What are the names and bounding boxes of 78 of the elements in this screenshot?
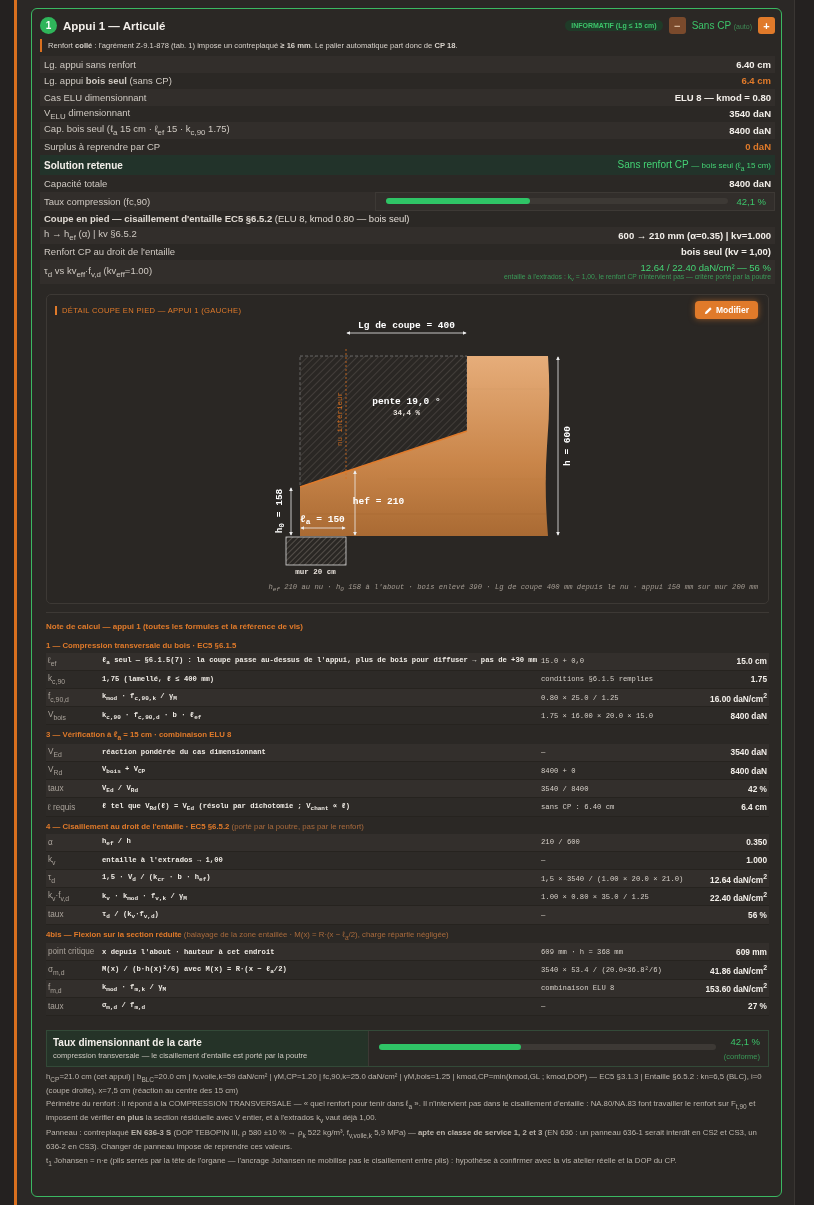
pencil-icon bbox=[703, 305, 713, 315]
row-value: ELU 8 — kmod = 0.80 bbox=[674, 91, 771, 103]
symbol-cell-text: f$_{c,90,d}$ bbox=[47, 692, 70, 703]
row-value: 8400 daN bbox=[729, 124, 771, 136]
row-value: bois seul (kv = 1,00) bbox=[680, 246, 771, 258]
symbol-cell-text: taux bbox=[47, 784, 65, 794]
percent-reading: 42,1 % bbox=[730, 1035, 760, 1047]
symbol-cell-text: V$_{bois}$ bbox=[47, 710, 67, 722]
result-cell-text: 1.75 bbox=[749, 674, 768, 685]
section-heading: Coupe en pied — cisaillement d'entaille EC5 §6.5.2 (ELU 8, kmod 0.80 — bois seul) bbox=[44, 213, 410, 225]
symbol-cell-text: τ$_{d}$ bbox=[47, 873, 57, 884]
result-cell-text: 16.00 daN/cm$^{2}$ bbox=[709, 691, 768, 704]
symbol-cell-text: f$_{m,d}$ bbox=[47, 982, 63, 994]
symbol-cell-text: k$_{v}$ bbox=[47, 855, 57, 866]
row-value: 0 daN bbox=[745, 141, 771, 153]
edit-button[interactable]: Modifier bbox=[694, 301, 758, 320]
result-cell-text: 153.60 daN/cm$^{2}$ bbox=[704, 982, 768, 994]
row-label: V$_{ELU}$ dimensionnant bbox=[44, 106, 131, 121]
row-value: 600 → 210 mm (α=0.35) | kv=1.000 bbox=[618, 229, 771, 241]
decrease-button[interactable]: − bbox=[668, 17, 686, 34]
result-cell-text: 0.350 bbox=[745, 837, 768, 848]
row-label: Cap. bois seul (ℓ$_{a}$ 15 cm · ℓ$_{ef}$ 15 · k$_{c,90}$ 1.75) bbox=[44, 123, 230, 138]
number-badge: 1 bbox=[40, 17, 57, 34]
result-cell-text: 8400 daN bbox=[729, 710, 768, 721]
result-cell-text: 3540 daN bbox=[729, 747, 768, 758]
symbol-cell-text: σ$_{m,d}$ bbox=[47, 964, 66, 976]
section-title: Note de calcul — appui 1 (toutes les formules et la référence de vis) bbox=[46, 621, 304, 631]
symbol-cell-text: point critique bbox=[47, 947, 96, 957]
result-cell-text: 41.86 daN/cm$^{2}$ bbox=[709, 964, 768, 976]
row-value: 6.4 cm bbox=[741, 75, 771, 87]
symbol-cell-text: k$_{c,90}$ bbox=[47, 674, 66, 685]
symbol-cell-text: V$_{Rd}$ bbox=[47, 765, 64, 776]
row-label: Lg. appui sans renfort bbox=[44, 58, 136, 70]
result-cell-text: 42 % bbox=[747, 783, 768, 794]
percent-reading: 42,1 % bbox=[736, 195, 766, 207]
symbol-cell-text: ℓ requis bbox=[47, 802, 77, 812]
symbol-cell-text: taux bbox=[47, 910, 65, 920]
dimension-label: h = 600 bbox=[561, 426, 572, 467]
row-value: 12.64 / 22.40 daN/cm² — 56 % bbox=[640, 262, 771, 273]
result-cell-text: 27 % bbox=[747, 1001, 768, 1012]
wall bbox=[285, 536, 346, 566]
result-cell-text: 8400 daN bbox=[729, 765, 768, 776]
symbol-cell-text: ℓ$_{ef}$ bbox=[47, 655, 58, 667]
reinforcement-label: Sans CP bbox=[691, 20, 731, 31]
row-label: Taux compression (fc,90) bbox=[44, 195, 151, 207]
row-label: Capacité totale bbox=[44, 177, 108, 189]
symbol-cell-text: k$_{v}$·f$_{v,d}$ bbox=[47, 891, 71, 903]
row-value: 3540 daN bbox=[729, 108, 771, 120]
row-label: Surplus à reprendre par CP bbox=[44, 141, 161, 153]
increase-button[interactable]: + bbox=[758, 17, 775, 34]
symbol-cell-text: taux bbox=[47, 1001, 65, 1011]
summary-title: Taux dimensionnant de la carte bbox=[53, 1036, 203, 1048]
value-detail: — bois seul (ℓ$_{a}$ 15 cm) bbox=[691, 160, 771, 170]
row-label: h → h$_{ef}$ (α) | kv §6.5.2 bbox=[44, 228, 137, 243]
dimension-label: Lg de coupe = 400 bbox=[358, 319, 455, 331]
symbol-cell-text: α bbox=[47, 837, 54, 847]
row-label: τ$_{d}$ vs kv$_{eff}$·f$_{v,d}$ (kv$_{eff}$=1.00) bbox=[44, 265, 153, 280]
dimension-label: ℓ$_{a}$ = 150 bbox=[300, 513, 345, 527]
row-label: Renfort CP au droit de l'entaille bbox=[44, 246, 176, 258]
result-cell-text: 6.4 cm bbox=[740, 802, 768, 813]
result-cell-text: 15.0 cm bbox=[735, 656, 768, 667]
row-value: Sans renfort CP bbox=[617, 158, 689, 170]
result-cell-text: 1.000 bbox=[745, 855, 768, 866]
row-value: 6.40 cm bbox=[736, 58, 771, 70]
card-title: Appui 1 — Articulé bbox=[63, 19, 167, 32]
dimension-label: hef = 210 bbox=[352, 495, 405, 507]
result-cell-text: 56 % bbox=[747, 910, 768, 920]
dimension-arrow bbox=[288, 487, 293, 537]
row-value: 8400 daN bbox=[729, 177, 771, 189]
result-cell-text: 12.64 daN/cm$^{2}$ bbox=[709, 872, 768, 885]
result-cell-text: 22.40 daN/cm$^{2}$ bbox=[709, 890, 768, 903]
result-cell-text: 609 mm bbox=[735, 946, 768, 957]
row-label: Cas ELU dimensionnant bbox=[44, 91, 147, 103]
symbol-cell-text: V$_{Ed}$ bbox=[47, 747, 63, 758]
dimension-arrow bbox=[299, 526, 346, 531]
row-label: Solution retenue bbox=[44, 159, 123, 171]
row-label: Lg. appui bois seul (sans CP) bbox=[44, 75, 172, 87]
slope-label: pente 19,0 ° bbox=[372, 395, 441, 407]
